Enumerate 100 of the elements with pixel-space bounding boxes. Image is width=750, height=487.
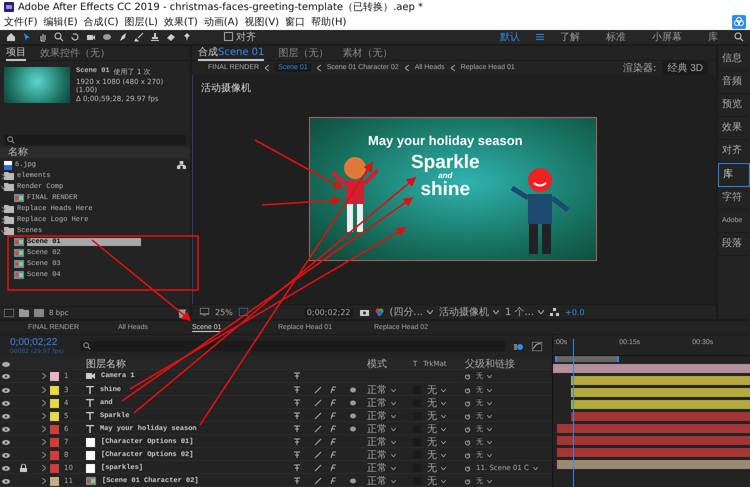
panel-tab[interactable]: 段落 (718, 232, 750, 256)
lock-icon[interactable] (20, 464, 27, 472)
graph-editor-icon[interactable] (532, 342, 542, 351)
timeline-timecode[interactable]: 0;00;02;22 (10, 337, 72, 348)
label-color-swatch[interactable] (50, 464, 59, 473)
visibility-icon[interactable] (2, 400, 10, 406)
panel-tab[interactable]: 效果 (718, 116, 750, 140)
mode-dropdown[interactable]: 正常 (367, 396, 411, 410)
track-matte-dropdown[interactable]: 无 (427, 396, 446, 410)
expand-chevron-icon[interactable] (1, 206, 6, 212)
mode-dropdown[interactable]: 正常 (367, 461, 411, 476)
layer-duration-bar[interactable] (571, 376, 750, 385)
track-matte-dropdown[interactable]: 无 (427, 474, 446, 487)
new-composition-icon[interactable] (34, 309, 44, 318)
panel-tab[interactable]: 对齐 (718, 140, 750, 163)
mode-dropdown[interactable]: 正常 (367, 409, 411, 424)
menu-icon[interactable] (536, 32, 544, 41)
mode-dropdown[interactable]: 正常 (367, 448, 411, 462)
zoom-dropdown[interactable]: 25% (215, 308, 233, 317)
track-matte-dropdown[interactable]: 无 (427, 383, 446, 398)
zoom-tool-icon[interactable] (54, 32, 64, 42)
flowchart-icon[interactable] (550, 308, 560, 316)
visibility-icon[interactable] (2, 414, 10, 419)
mode-dropdown[interactable]: 正常 (367, 435, 411, 450)
menu-item[interactable]: 图层(L) (124, 15, 158, 30)
flowchart-icon[interactable] (177, 161, 186, 170)
panel-tab[interactable]: 字符 (718, 186, 750, 210)
layer-duration-bar[interactable] (553, 364, 750, 373)
menu-item[interactable]: 合成(C) (84, 15, 118, 30)
label-color-swatch[interactable] (50, 372, 59, 381)
expand-chevron-icon[interactable] (42, 373, 46, 380)
expand-chevron-icon[interactable] (1, 218, 6, 223)
panel-tab[interactable]: 项目 (6, 44, 26, 61)
panel-tab[interactable]: 素材（无） (342, 46, 392, 60)
stamp-tool-icon[interactable] (150, 32, 160, 42)
label-color-swatch[interactable] (50, 424, 59, 434)
eraser-tool-icon[interactable] (166, 32, 176, 42)
layer-search-field[interactable] (80, 341, 506, 352)
brush-tool-icon[interactable] (134, 32, 144, 42)
new-folder-icon[interactable] (19, 309, 29, 318)
track-matte-dropdown[interactable]: 无 (427, 422, 446, 436)
menu-item[interactable]: 视图(V) (244, 15, 280, 30)
visibility-icon[interactable] (2, 426, 10, 432)
panel-tab[interactable]: 音频 (718, 70, 750, 94)
column-header[interactable]: 父级和链接 (465, 357, 551, 372)
arrow-tool-icon[interactable] (22, 32, 32, 42)
workspace-tab[interactable]: 小屏幕 (642, 30, 692, 44)
ellipse-tool-icon[interactable] (102, 32, 112, 42)
pen-tool-icon[interactable] (118, 32, 128, 42)
exposure-value[interactable]: +0.0 (565, 308, 584, 317)
pin-tool-icon[interactable] (182, 32, 192, 42)
mode-dropdown[interactable]: 正常 (367, 474, 411, 487)
views-dropdown[interactable]: 1 个... (504, 305, 544, 320)
track-matte-dropdown[interactable]: 无 (427, 448, 446, 462)
label-color-swatch[interactable] (50, 450, 59, 460)
mode-dropdown[interactable]: 正常 (367, 383, 411, 398)
snap-checkbox[interactable]: 对齐 (224, 30, 256, 44)
panel-tab[interactable]: 图层（无） (278, 46, 328, 60)
label-color-swatch[interactable] (50, 398, 59, 408)
visibility-icon[interactable] (2, 440, 10, 445)
color-channels-icon[interactable] (374, 308, 384, 316)
menu-item[interactable]: 效果(T) (164, 15, 198, 30)
expand-chevron-icon[interactable] (1, 228, 6, 234)
workspace-tab[interactable]: 默认 (490, 30, 530, 44)
camera-view-dropdown[interactable]: 活动摄像机 (438, 305, 499, 320)
trash-icon[interactable] (178, 308, 186, 318)
search-icon[interactable] (734, 32, 744, 42)
hand-tool-icon[interactable] (38, 32, 48, 42)
workspace-tab[interactable]: 了解 (550, 30, 590, 44)
column-header[interactable]: 图层名称 (86, 357, 291, 372)
label-color-swatch[interactable] (50, 412, 59, 421)
interpret-footage-icon[interactable] (4, 309, 14, 318)
column-header[interactable]: 名称 (0, 146, 190, 158)
panel-tab[interactable]: 库 (718, 162, 750, 187)
mode-dropdown[interactable]: 正常 (367, 422, 411, 436)
visibility-icon[interactable] (2, 452, 10, 458)
timecode-field[interactable]: 0;00;02;22 (304, 308, 354, 317)
track-matte-dropdown[interactable]: 无 (427, 409, 446, 424)
work-area-bar[interactable] (555, 356, 619, 362)
menu-item[interactable]: 编辑(E) (44, 15, 78, 30)
menu-item[interactable]: 帮助(H) (311, 15, 346, 30)
layer-duration-bar[interactable] (557, 460, 750, 469)
visibility-icon[interactable] (2, 388, 10, 393)
motion-blur-icon[interactable] (514, 342, 524, 351)
workspace-tab[interactable]: 标准 (596, 30, 636, 44)
menu-item[interactable]: 文件(F) (4, 15, 38, 30)
panel-tab[interactable]: 合成Scene 01 (198, 44, 264, 61)
menu-item[interactable]: 窗口 (285, 15, 306, 30)
rotate-tool-icon[interactable] (70, 32, 80, 42)
track-matte-dropdown[interactable]: 无 (427, 435, 446, 450)
label-color-swatch[interactable] (50, 386, 59, 395)
visibility-icon[interactable] (2, 478, 10, 484)
expand-chevron-icon[interactable] (1, 174, 6, 179)
camera-snapshot-icon[interactable] (360, 308, 368, 316)
panel-tab[interactable]: 效果控件（无） (40, 46, 110, 60)
menu-item[interactable]: 动画(A) (204, 15, 238, 30)
label-color-swatch[interactable] (50, 476, 59, 486)
layer-duration-bar[interactable] (571, 388, 750, 397)
label-color-swatch[interactable] (50, 438, 59, 447)
search-field[interactable] (4, 134, 186, 145)
